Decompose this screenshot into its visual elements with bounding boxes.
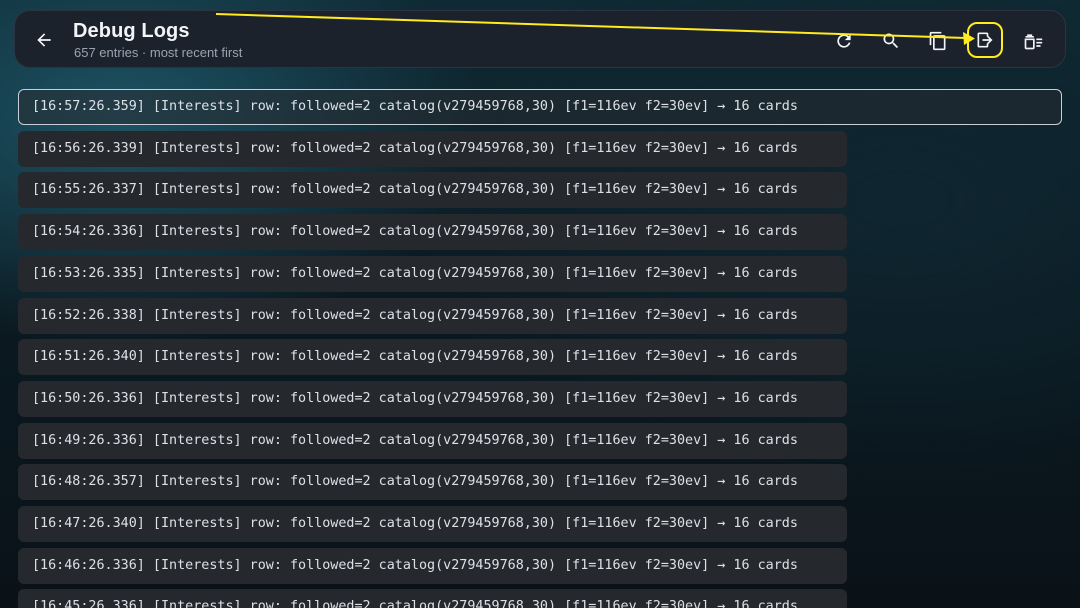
refresh-icon [837, 34, 851, 48]
log-entry[interactable]: [16:45:26.336] [Interests] row: followed… [18, 589, 847, 608]
log-entry[interactable]: [16:55:26.337] [Interests] row: followed… [18, 172, 847, 209]
clear-logs-button[interactable] [1017, 25, 1049, 57]
log-entry[interactable]: [16:46:26.336] [Interests] row: followed… [18, 547, 847, 584]
log-entry-selected[interactable]: [16:57:26.359] [Interests] row: followed… [18, 89, 1062, 125]
copy-icon [929, 31, 946, 51]
search-button[interactable] [875, 25, 907, 57]
entry-count-subtitle: 657 entries · most recent first [74, 45, 243, 60]
page-title: Debug Logs [73, 20, 190, 42]
export-button[interactable] [967, 22, 1003, 58]
top-app-bar: Debug Logs 657 entries · most recent fir… [14, 10, 1066, 68]
log-entry[interactable]: [16:52:26.338] [Interests] row: followed… [18, 297, 847, 334]
export-icon [977, 32, 993, 48]
clear-list-icon [1024, 34, 1043, 50]
search-icon [883, 33, 899, 49]
copy-button[interactable] [922, 25, 954, 57]
log-entry[interactable]: [16:51:26.340] [Interests] row: followed… [18, 339, 847, 376]
log-entry[interactable]: [16:53:26.335] [Interests] row: followed… [18, 255, 847, 292]
log-entry[interactable]: [16:54:26.336] [Interests] row: followed… [18, 214, 847, 251]
back-button[interactable] [29, 25, 59, 55]
log-entry[interactable]: [16:48:26.357] [Interests] row: followed… [18, 464, 847, 501]
log-entry[interactable]: [16:50:26.336] [Interests] row: followed… [18, 380, 847, 417]
log-entry[interactable]: [16:56:26.339] [Interests] row: followed… [18, 130, 847, 167]
log-entry[interactable]: [16:47:26.340] [Interests] row: followed… [18, 506, 847, 542]
log-entry[interactable]: [16:49:26.336] [Interests] row: followed… [18, 422, 847, 459]
refresh-button[interactable] [828, 25, 860, 57]
arrow-left-icon [37, 33, 51, 47]
